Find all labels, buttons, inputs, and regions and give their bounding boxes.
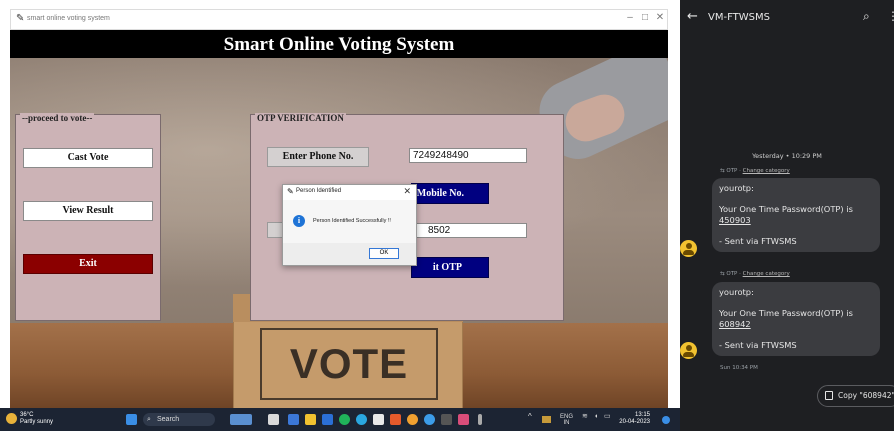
phone-sms-screen: ← VM-FTWSMS ⌕ ⋮ Yesterday • 10:29 PM ⇆ O… <box>680 0 894 431</box>
ballot-box-vote-text: VOTE <box>289 340 409 387</box>
dialog-ok-button[interactable]: OK <box>369 248 399 259</box>
copy-icon <box>825 391 833 400</box>
search-icon[interactable]: ⌕ <box>863 9 870 24</box>
person-identified-dialog: ✎ Person Identified ✕ i Person Identifie… <box>282 184 417 266</box>
desktop: ✎ smart online voting system – □ ✕ Smart… <box>0 0 680 431</box>
chrome-icon[interactable] <box>373 414 384 425</box>
dialog-message: Person Identified Successfully !! <box>313 218 391 224</box>
category-label: OTP <box>726 271 738 277</box>
change-category-link[interactable]: Change category <box>743 271 790 277</box>
copy-otp-chip[interactable]: Copy "608942" <box>817 385 894 407</box>
app-icon[interactable] <box>424 414 435 425</box>
category-icon: ⇆ <box>720 271 725 277</box>
phone-topbar: ← VM-FTWSMS ⌕ ⋮ <box>680 0 894 36</box>
windows-taskbar: 36°C Partly sunny ⌕ Search ^ ENG IN ≋ ◖ … <box>0 408 680 431</box>
taskbar-search-label: Search <box>157 416 180 423</box>
app-header-title: Smart Online Voting System <box>10 30 668 58</box>
conversation-title: VM-FTWSMS <box>708 12 770 23</box>
terminal-icon[interactable] <box>441 414 452 425</box>
weather-temp: 36°C <box>20 412 34 418</box>
otp-verification-legend: OTP VERIFICATION <box>255 113 346 123</box>
tray-chevron-icon[interactable]: ^ <box>528 413 532 421</box>
edge-icon[interactable] <box>356 414 367 425</box>
sms-bubble-1[interactable]: yourotp: Your One Time Password(OTP) is … <box>712 178 880 252</box>
tk-app-icon[interactable] <box>478 414 482 425</box>
message-category-1: ⇆ OTP · Change category <box>720 168 790 174</box>
office-icon[interactable] <box>390 414 401 425</box>
taskbar-clock[interactable]: 13:15 20-04-2023 <box>600 412 650 426</box>
sms-sender: yourotp: <box>719 183 754 193</box>
dialog-title: Person Identified <box>296 188 342 194</box>
enter-phone-label: Enter Phone No. <box>267 147 369 167</box>
back-arrow-icon[interactable]: ← <box>687 9 698 24</box>
sms-body: Your One Time Password(OTP) is <box>719 204 853 214</box>
sender-avatar-icon <box>680 342 697 359</box>
language-bottom: IN <box>563 420 570 426</box>
volume-icon[interactable]: ◖ <box>594 413 598 420</box>
more-options-icon[interactable]: ⋮ <box>887 9 894 23</box>
clock-date: 20-04-2023 <box>619 419 650 425</box>
window-title: smart online voting system <box>27 15 110 22</box>
task-view-icon[interactable] <box>230 414 252 425</box>
dialog-feather-icon: ✎ <box>287 187 294 196</box>
sms-otp-code[interactable]: 450903 <box>719 215 873 226</box>
windows-start-icon[interactable] <box>126 414 137 425</box>
sms-bubble-2[interactable]: yourotp: Your One Time Password(OTP) is … <box>712 282 880 356</box>
language-indicator[interactable]: ENG IN <box>560 414 573 426</box>
window-titlebar[interactable]: ✎ smart online voting system – □ ✕ <box>10 9 668 30</box>
sms-sender: yourotp: <box>719 287 754 297</box>
dialog-titlebar: ✎ Person Identified ✕ <box>283 185 416 200</box>
change-category-link[interactable]: Change category <box>743 168 790 174</box>
python-icon[interactable] <box>458 414 469 425</box>
weather-desc: Partly sunny <box>20 419 54 425</box>
sms-otp-code[interactable]: 608942 <box>719 319 873 330</box>
taskbar-search[interactable]: ⌕ Search <box>143 413 215 426</box>
exit-button[interactable]: Exit <box>23 254 153 274</box>
category-icon: ⇆ <box>720 168 725 174</box>
info-icon: i <box>293 215 305 227</box>
weather-widget[interactable]: 36°C Partly sunny <box>20 412 53 426</box>
search-icon: ⌕ <box>147 416 151 423</box>
phone-number-input[interactable]: 7249248490 <box>409 148 527 163</box>
dialog-close-button[interactable]: ✕ <box>403 186 411 197</box>
day-stamp: Yesterday • 10:29 PM <box>752 152 822 160</box>
message-time: Sun 10:34 PM <box>720 365 758 371</box>
sms-body: Your One Time Password(OTP) is <box>719 308 853 318</box>
cast-vote-button[interactable]: Cast Vote <box>23 148 153 168</box>
submit-otp-button[interactable]: it OTP <box>411 257 489 278</box>
proceed-to-vote-legend: --proceed to vote-- <box>20 113 95 123</box>
sms-footer: - Sent via FTWSMS <box>719 236 797 246</box>
category-label: OTP <box>726 168 738 174</box>
tray-app-icon[interactable] <box>542 416 551 423</box>
tk-feather-icon: ✎ <box>16 13 25 24</box>
sms-footer: - Sent via FTWSMS <box>719 340 797 350</box>
wifi-icon[interactable]: ≋ <box>582 413 588 420</box>
close-button[interactable]: ✕ <box>651 12 669 23</box>
message-category-2: ⇆ OTP · Change category <box>720 271 790 277</box>
proceed-to-vote-frame: --proceed to vote-- Cast Vote View Resul… <box>15 113 161 321</box>
teams-icon[interactable] <box>288 414 299 425</box>
weather-icon[interactable] <box>6 413 17 424</box>
folder-icon[interactable] <box>305 414 316 425</box>
send-otp-mobile-button[interactable]: Mobile No. <box>411 183 489 204</box>
explorer-icon[interactable] <box>268 414 279 425</box>
store-icon[interactable] <box>322 414 333 425</box>
view-result-button[interactable]: View Result <box>23 201 153 221</box>
sender-avatar-icon <box>680 240 697 257</box>
notification-icon[interactable] <box>662 416 670 424</box>
copy-otp-label: Copy "608942" <box>838 391 894 400</box>
clock-time: 13:15 <box>634 412 650 418</box>
browser-icon[interactable] <box>407 414 418 425</box>
otp-input[interactable]: 8502 <box>409 223 527 238</box>
spotify-icon[interactable] <box>339 414 350 425</box>
voting-app-window: Smart Online Voting System VOTE --procee… <box>10 30 668 408</box>
